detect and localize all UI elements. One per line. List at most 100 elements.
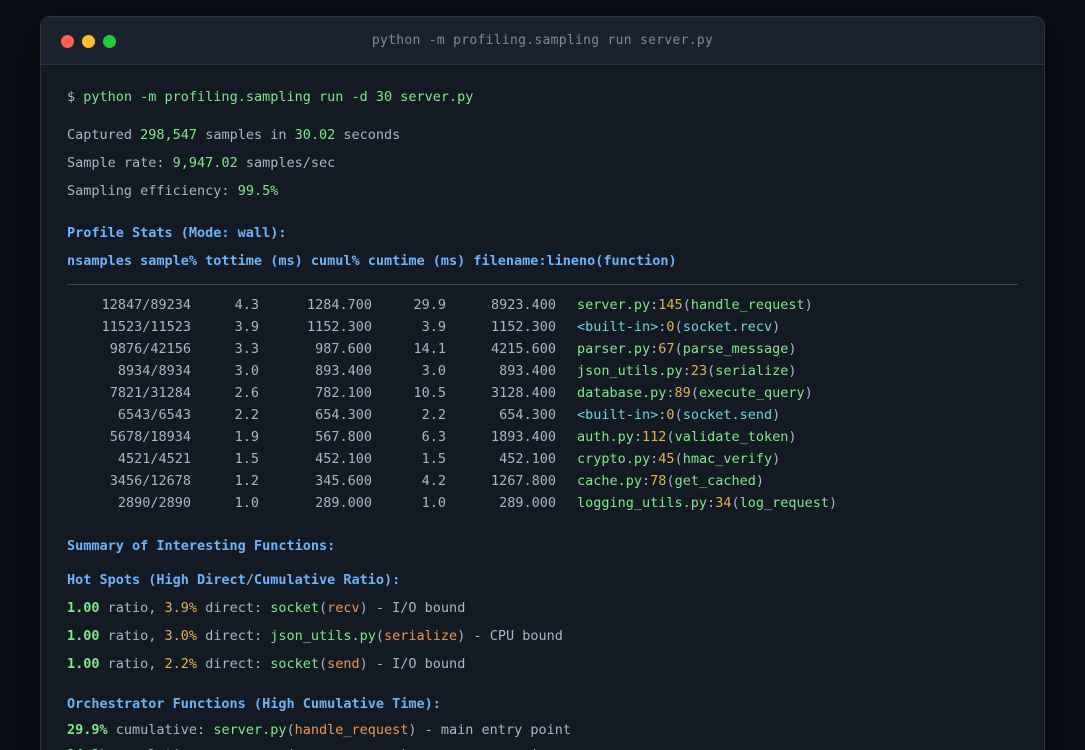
hot-spot-line: 1.00 ratio, 2.2% direct: socket(send) - … bbox=[67, 650, 1018, 678]
line-number: 145 bbox=[658, 297, 683, 313]
prompt-line: $ python -m profiling.sampling run -d 30… bbox=[67, 83, 1018, 111]
text-segment: $ bbox=[67, 89, 84, 105]
stat-cell: 3.3 bbox=[234, 341, 259, 357]
stat-cell: 2.2 bbox=[234, 407, 259, 423]
stat-cell: 345.600 bbox=[315, 473, 372, 489]
line-number: 78 bbox=[650, 473, 667, 489]
file-name: server.py bbox=[577, 297, 651, 313]
text-segment: 1.00 bbox=[67, 628, 100, 644]
stat-cell: 1.2 bbox=[234, 473, 259, 489]
line-number: 0 bbox=[666, 407, 675, 423]
text-segment: ratio, bbox=[99, 628, 165, 644]
close-button[interactable] bbox=[61, 34, 74, 48]
stat-cell: 2.6 bbox=[234, 385, 259, 401]
text-segment: server.py bbox=[213, 722, 287, 738]
line-number: 112 bbox=[642, 429, 667, 445]
efficiency-line: Sampling efficiency: 99.5% bbox=[67, 177, 1018, 205]
stat-cell: 6543/6543 bbox=[117, 407, 191, 423]
stat-cell: 1152.300 bbox=[490, 319, 556, 335]
stats-divider bbox=[67, 284, 1018, 285]
table-row: 7821/31284 2.6 782.100 10.5 3128.400 database… bbox=[67, 382, 1018, 404]
stat-cell: 2.2 bbox=[421, 407, 446, 423]
function-name: serialize bbox=[715, 363, 789, 379]
text-segment: socket bbox=[270, 600, 319, 616]
maximize-button[interactable] bbox=[103, 34, 116, 48]
summary-heading: Summary of Interesting Functions: bbox=[67, 532, 1018, 560]
file-name: logging_utils.py bbox=[577, 495, 708, 511]
stat-cell: 4521/4521 bbox=[117, 451, 191, 467]
hot-spots-heading: Hot Spots (High Direct/Cumulative Ratio)… bbox=[67, 566, 1018, 594]
table-row: 8934/8934 3.0 893.400 3.0 893.400 json_utils.… bbox=[67, 360, 1018, 382]
stat-cell: 8923.400 bbox=[490, 297, 556, 313]
stat-cell: 8934/8934 bbox=[117, 363, 191, 379]
text-segment: Sample rate: bbox=[67, 155, 173, 171]
stat-cell: 4.3 bbox=[234, 297, 259, 313]
punct: ) bbox=[772, 319, 781, 335]
text-segment: recv bbox=[327, 600, 360, 616]
punct: ) bbox=[829, 495, 838, 511]
punct: : bbox=[682, 363, 691, 379]
terminal-window: python -m profiling.sampling run server.… bbox=[40, 16, 1045, 750]
location-cell: parser.py:67(parse_message) bbox=[556, 338, 1018, 360]
punct: : bbox=[666, 385, 675, 401]
text-segment: Sampling efficiency: bbox=[67, 183, 238, 199]
stat-cell: 452.100 bbox=[499, 451, 556, 467]
terminal-titlebar[interactable]: python -m profiling.sampling run server.… bbox=[41, 17, 1044, 65]
terminal-output[interactable]: $ python -m profiling.sampling run -d 30… bbox=[41, 65, 1044, 750]
file-name: json_utils.py bbox=[577, 363, 683, 379]
text-segment: handle_request bbox=[294, 722, 409, 738]
sample-rate-line: Sample rate: 9,947.02 samples/sec bbox=[67, 149, 1018, 177]
hot-spot-line: 1.00 ratio, 3.9% direct: socket(recv) - … bbox=[67, 594, 1018, 622]
text-segment: 99.5% bbox=[237, 183, 279, 199]
punct: : bbox=[707, 495, 716, 511]
stat-cell: 3.9 bbox=[234, 319, 259, 335]
text-segment: ratio, bbox=[99, 656, 165, 672]
text-segment: ) - I/O bound bbox=[359, 600, 466, 616]
text-segment: 1.00 bbox=[67, 600, 100, 616]
text-segment: 29.9% bbox=[67, 722, 108, 738]
stat-cell: 654.300 bbox=[315, 407, 372, 423]
stat-cell: 3456/12678 bbox=[109, 473, 191, 489]
orchestrator-line: 29.9% cumulative: server.py(handle_reque… bbox=[67, 718, 1018, 743]
stat-cell: 6.3 bbox=[421, 429, 446, 445]
stat-cell: 1.5 bbox=[421, 451, 446, 467]
line-number: 34 bbox=[715, 495, 732, 511]
file-name: <built-in> bbox=[577, 407, 659, 423]
stat-cell: 1.5 bbox=[234, 451, 259, 467]
text-segment: socket bbox=[270, 656, 319, 672]
stat-cell: 3.9 bbox=[421, 319, 446, 335]
location-cell: json_utils.py:23(serialize) bbox=[556, 360, 1018, 382]
punct: ) bbox=[788, 341, 797, 357]
stat-cell: 1267.800 bbox=[490, 473, 556, 489]
stat-cell: 893.400 bbox=[499, 363, 556, 379]
punct: ( bbox=[674, 451, 683, 467]
punct: ) bbox=[804, 297, 813, 313]
minimize-button[interactable] bbox=[82, 34, 95, 48]
captured-line: Captured 298,547 samples in 30.02 second… bbox=[67, 121, 1018, 149]
stat-cell: 1284.700 bbox=[306, 297, 372, 313]
text-segment: ( bbox=[319, 600, 328, 616]
stat-cell: 11523/11523 bbox=[101, 319, 191, 335]
location-cell: crypto.py:45(hmac_verify) bbox=[556, 448, 1018, 470]
function-name: socket.recv bbox=[682, 319, 773, 335]
window-title: python -m profiling.sampling run server.… bbox=[371, 33, 714, 48]
location-cell: <built-in>:0(socket.send) bbox=[556, 404, 1018, 426]
table-row: 12847/89234 4.3 1284.700 29.9 8923.400 server… bbox=[67, 294, 1018, 316]
function-name: parse_message bbox=[682, 341, 789, 357]
punct: ( bbox=[674, 319, 683, 335]
text-segment: serialize bbox=[384, 628, 458, 644]
function-name: log_request bbox=[739, 495, 829, 511]
punct: ( bbox=[690, 385, 699, 401]
file-name: auth.py bbox=[577, 429, 634, 445]
stat-cell: 987.600 bbox=[315, 341, 372, 357]
stat-cell: 893.400 bbox=[315, 363, 372, 379]
text-segment: nsamples sample% tottime (ms) cumul% cum… bbox=[67, 253, 677, 269]
function-name: get_cached bbox=[674, 473, 756, 489]
text-segment: samples/sec bbox=[237, 155, 336, 171]
stat-cell: 10.5 bbox=[413, 385, 446, 401]
punct: : bbox=[633, 429, 643, 445]
text-segment: ( bbox=[286, 722, 295, 738]
stat-cell: 9876/42156 bbox=[109, 341, 191, 357]
text-segment: 30.02 bbox=[294, 127, 336, 143]
location-cell: logging_utils.py:34(log_request) bbox=[556, 492, 1018, 514]
